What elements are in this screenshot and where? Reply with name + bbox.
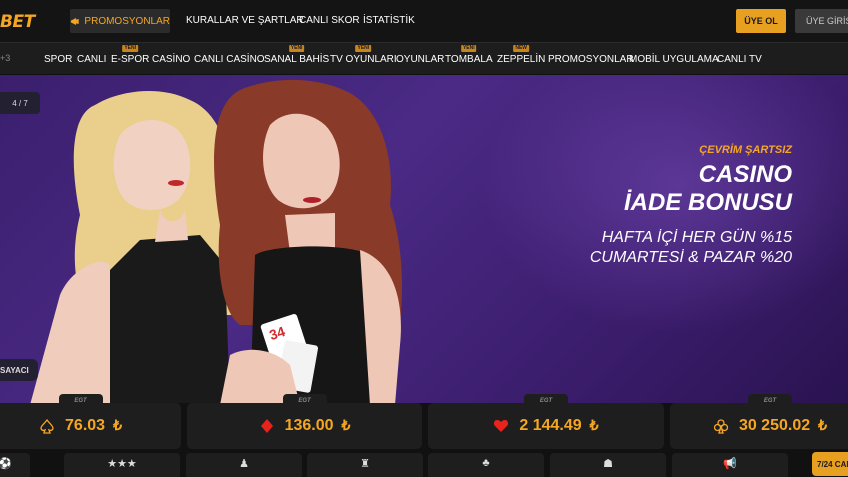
jackpot-card-club[interactable]: EGT 30 250.02 ₺	[670, 394, 848, 449]
hero-subtitle: ÇEVRİM ŞARTSIZ	[699, 144, 792, 156]
hero-title: CASINO	[698, 161, 792, 188]
site-logo[interactable]: BET	[0, 12, 35, 32]
spade-icon	[40, 418, 54, 434]
category-tile[interactable]: ♜	[307, 453, 423, 477]
promotions-label: PROMOSYONLAR	[84, 15, 170, 27]
currency-symbol: ₺	[341, 417, 351, 433]
jackpot-card-heart[interactable]: EGT 2 144.49 ₺	[428, 394, 664, 449]
jackpot-value: 2 144.49	[519, 417, 582, 434]
nav-item-label: CANLI CASİNO	[194, 54, 265, 65]
card-suit-icon: ♣	[482, 457, 490, 469]
new-badge: YENİ	[460, 45, 477, 52]
main-nav: +3 SPOR CANLI YENİ E-SPOR CASİNO CANLI CA…	[0, 42, 848, 74]
club-icon	[713, 419, 729, 434]
nav-item-zeppelin[interactable]: NEW ZEPPELİN	[497, 45, 546, 65]
nav-item-label: CASİNO	[152, 54, 191, 65]
category-tile[interactable]: ☗	[550, 453, 666, 477]
sports-icon: ⚽	[0, 458, 12, 470]
megaphone-icon: 📢	[723, 458, 737, 470]
jackpot-value: 76.03	[65, 417, 106, 434]
hero-banner[interactable]: 34 4 / 7 ÇEVRİM ŞARTSIZ CASINO İADE BONU…	[0, 75, 848, 405]
nav-more-indicator[interactable]: +3	[0, 53, 10, 63]
jackpot-card-spade[interactable]: EGT 76.03 ₺	[0, 394, 181, 449]
nav-item-label: TOMBALA	[445, 54, 493, 65]
megaphone-icon	[70, 17, 79, 25]
live-support-button[interactable]: 7/24 CANLI DESTEK	[812, 452, 848, 476]
nav-item-label: ZEPPELİN	[497, 54, 546, 65]
nav-item-label: SPOR	[44, 54, 73, 65]
top-bar: BET PROMOSYONLAR KURALLAR VE ŞARTLAR CAN…	[0, 0, 848, 42]
category-tile[interactable]: ♣	[428, 453, 544, 477]
live-score-link[interactable]: CANLI SKOR	[299, 15, 360, 26]
provider-badge: EGT	[58, 394, 103, 408]
nav-item-live-tv[interactable]: CANLI TV	[717, 54, 762, 65]
jackpot-card-diamond[interactable]: EGT 136.00 ₺	[187, 394, 422, 449]
new-badge: NEW	[513, 45, 530, 52]
promotions-button[interactable]: PROMOSYONLAR	[70, 9, 170, 33]
category-tile[interactable]: ⚽	[0, 453, 30, 477]
currency-symbol: ₺	[113, 417, 122, 433]
nav-item-live-casino[interactable]: CANLI CASİNO	[194, 54, 265, 65]
nav-item-label: CANLI TV	[717, 54, 762, 65]
nav-item-espor[interactable]: YENİ E-SPOR	[111, 45, 150, 65]
rules-link[interactable]: KURALLAR VE ŞARTLAR	[186, 15, 304, 26]
nav-item-label: E-SPOR	[111, 54, 150, 65]
login-button[interactable]: ÜYE GİRİŞİ	[795, 9, 848, 33]
slide-counter: 4 / 7	[0, 92, 40, 114]
stars-icon: ★★★	[107, 458, 137, 470]
provider-badge: EGT	[282, 394, 327, 408]
jackpot-value: 30 250.02	[738, 417, 811, 434]
nav-item-label: MOBİL UYGULAMA	[629, 54, 719, 65]
provider-badge: EGT	[748, 394, 792, 408]
nav-item-canli[interactable]: CANLI	[77, 54, 106, 65]
register-button[interactable]: ÜYE OL	[736, 9, 786, 33]
new-badge: YENİ	[122, 45, 139, 52]
hero-text-weekdays: HAFTA İÇİ HER GÜN %15	[601, 229, 792, 246]
category-tiles: ⚽ ★★★ ♟ ♜ ♣ ☗ 📢	[0, 453, 848, 477]
nav-item-mobile-app[interactable]: MOBİL UYGULAMA	[629, 54, 719, 65]
provider-badge: EGT	[524, 394, 568, 408]
nav-item-label: OYUNLAR	[396, 54, 445, 65]
jackpot-counter-tag[interactable]: SAYACI	[0, 359, 38, 381]
nav-item-label: TV OYUNLARI	[330, 54, 397, 65]
chess-icon: ♜	[360, 458, 370, 470]
hero-models-illustration: 34	[30, 79, 402, 405]
diamond-icon	[260, 419, 273, 433]
hero-text-weekend: CUMARTESİ & PAZAR %20	[589, 249, 792, 266]
category-tile[interactable]: ♟	[186, 453, 302, 477]
nav-item-label: SANAL BAHİS	[264, 54, 330, 65]
nav-item-label: CANLI	[77, 54, 107, 65]
jackpot-value: 136.00	[284, 417, 334, 434]
nav-item-tv-games[interactable]: YENİ TV OYUNLARI	[330, 45, 397, 65]
nav-item-tombala[interactable]: YENİ TOMBALA	[445, 45, 493, 65]
currency-symbol: ₺	[818, 417, 828, 433]
jackpot-row: EGT 76.03 ₺ EGT 136.00 ₺ EGT 2 144.49 ₺ EGT…	[0, 394, 848, 449]
nav-item-spor[interactable]: SPOR	[44, 54, 72, 65]
currency-symbol: ₺	[589, 417, 599, 433]
tooth-icon: ☗	[603, 458, 613, 470]
nav-item-promotions[interactable]: PROMOSYONLAR	[548, 54, 634, 65]
nav-item-games[interactable]: OYUNLAR	[396, 54, 444, 65]
nav-item-virtual-betting[interactable]: YENİ SANAL BAHİS	[264, 45, 330, 65]
category-tile[interactable]: ★★★	[64, 453, 180, 477]
new-badge: YENİ	[288, 45, 305, 52]
hero-title-line2: İADE BONUSU	[623, 189, 792, 216]
category-tile[interactable]: 📢	[672, 453, 788, 477]
dealer-icon: ♟	[239, 458, 249, 470]
nav-item-casino[interactable]: CASİNO	[152, 54, 190, 65]
heart-icon	[494, 420, 509, 432]
new-badge: YENİ	[355, 45, 372, 52]
nav-item-label: PROMOSYONLAR	[548, 54, 634, 65]
statistics-link[interactable]: İSTATİSTİK	[363, 15, 415, 26]
